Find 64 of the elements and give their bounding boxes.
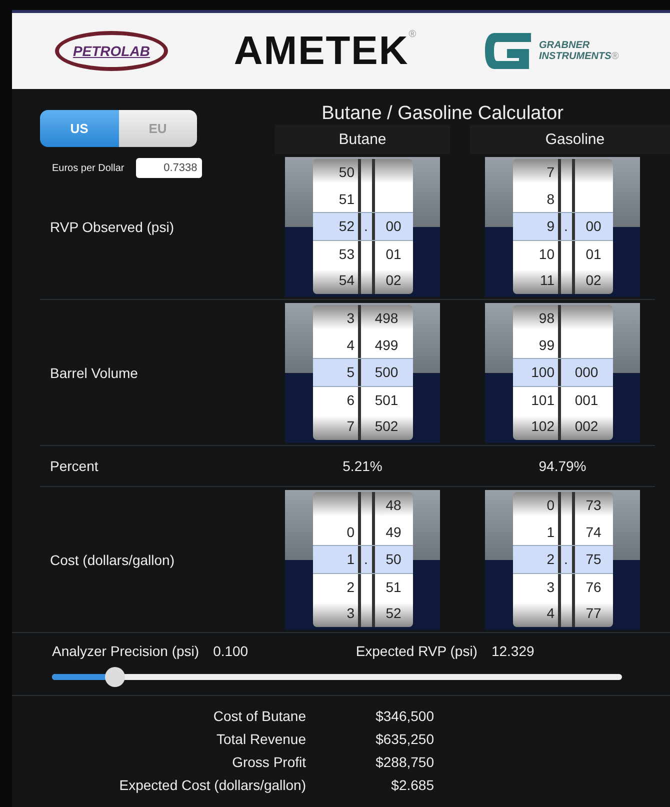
row-label: RVP Observed (psi) [50, 218, 175, 234]
picker-row[interactable]: 9 . 00 [512, 212, 612, 241]
result-label: Total Revenue [215, 731, 306, 747]
picker-row[interactable]: 4 499 [312, 332, 412, 358]
slider-thumb[interactable] [104, 667, 125, 687]
precision-value: 0.100 [213, 643, 248, 659]
result-value: $346,500 [374, 708, 434, 724]
picker-row[interactable]: 2 51 [312, 574, 412, 600]
picker-row[interactable]: 8 [512, 186, 612, 212]
picker-row[interactable]: 100 000 [512, 358, 612, 387]
result-label: Expected Cost (dollars/gallon) [118, 777, 306, 793]
picker-row[interactable]: 102 002 [512, 413, 612, 440]
rate-field[interactable]: 0.7338 [136, 158, 202, 178]
picker-row[interactable]: 50 [312, 159, 412, 186]
picker-row[interactable]: 54 02 [312, 267, 412, 294]
picker-row[interactable]: 0 49 [312, 518, 412, 546]
picker-row[interactable]: 10 01 [512, 240, 612, 268]
picker-wheel[interactable]: 3 498 4 499 5 500 6 501 7 502 [312, 305, 412, 440]
expected-rvp-label: Expected RVP (psi) [356, 643, 478, 659]
picker-row[interactable]: 1 74 [512, 518, 612, 546]
picker-wheel[interactable]: 0 73 1 74 2 . 75 3 76 4 77 [512, 492, 612, 627]
picker-row[interactable]: 98 [512, 305, 612, 332]
picker-row[interactable]: 4 77 [512, 600, 612, 627]
row-label: Percent [50, 458, 100, 474]
picker-wheel[interactable]: 98 99 100 000 101 001 102 002 [512, 305, 612, 440]
result-label: Gross Profit [231, 754, 306, 770]
picker-row[interactable]: 99 [512, 332, 612, 358]
precision-label: Analyzer Precision (psi) [52, 643, 200, 659]
result-label: Cost of Butane [212, 708, 306, 724]
row-label: Barrel Volume [50, 364, 139, 380]
picker-row[interactable]: 48 [312, 492, 412, 519]
picker-row[interactable]: 51 [312, 186, 412, 212]
picker-row[interactable]: 3 498 [312, 305, 412, 332]
picker-row[interactable]: 6 501 [312, 386, 412, 414]
picker-row[interactable]: 3 76 [512, 574, 612, 600]
result-value: $2.685 [390, 777, 434, 793]
picker-row[interactable]: 2 . 75 [512, 545, 612, 574]
picker-wheel[interactable]: 48 0 49 1 . 50 2 51 3 52 [312, 492, 412, 627]
picker-row[interactable]: 53 01 [312, 240, 412, 268]
picker-row[interactable]: 1 . 50 [312, 545, 412, 574]
result-value: $635,250 [374, 731, 434, 747]
percent-value: 5.21% [342, 458, 382, 474]
field-label: Euros per Dollar [52, 162, 124, 174]
percent-value: 94.79% [538, 458, 586, 474]
row-label: Cost (dollars/gallon) [50, 552, 176, 568]
logo: AMETEK® [234, 28, 418, 74]
picker-wheel[interactable]: 50 51 52 . 00 53 01 54 02 [312, 159, 412, 294]
picker-row[interactable]: 3 52 [312, 600, 412, 627]
picker-row[interactable]: 52 . 00 [312, 212, 412, 241]
expected-rvp-value: 12.329 [491, 643, 534, 659]
picker-row[interactable]: 11 02 [512, 267, 612, 294]
column-header: Gasoline [470, 125, 670, 154]
picker-wheel[interactable]: 7 8 9 . 00 10 01 11 02 [512, 159, 612, 294]
precision-slider[interactable] [52, 667, 622, 687]
picker-row[interactable]: 0 73 [512, 492, 612, 519]
calculator-title: Butane / Gasoline Calculator [320, 103, 564, 125]
column-header: Butane [275, 125, 450, 154]
result-value: $288,750 [374, 754, 434, 770]
picker-row[interactable]: 5 500 [312, 358, 412, 387]
picker-row[interactable]: 7 502 [312, 413, 412, 440]
picker-row[interactable]: 7 [512, 159, 612, 186]
logo: GRABNER INSTRUMENTS® [539, 40, 620, 62]
logo: PETROLAB [54, 31, 168, 71]
picker-row[interactable]: 101 001 [512, 386, 612, 414]
